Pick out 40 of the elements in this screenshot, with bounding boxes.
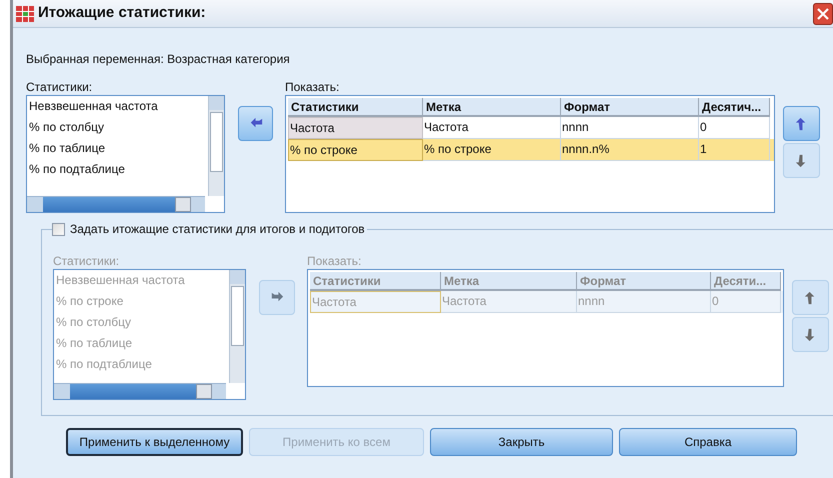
table-label: Показать:: [307, 253, 362, 269]
table-cell: 1: [699, 139, 770, 161]
column-header[interactable]: Метка: [423, 98, 561, 117]
checkbox-label: Задать итожащие статистики для итогов и подитогов: [70, 221, 365, 238]
move-button[interactable]: [259, 280, 295, 315]
list-item[interactable]: Невзвешенная частота: [27, 96, 208, 117]
table-cell: % по строке: [423, 139, 561, 161]
list-item[interactable]: % по столбцу: [27, 117, 208, 138]
close-icon: [817, 8, 829, 20]
checkbox[interactable]: [52, 222, 65, 236]
dialog-button[interactable]: Применить к выделенному: [66, 428, 243, 456]
column-header[interactable]: Формат: [561, 98, 699, 117]
list-item[interactable]: % по подтаблице: [27, 159, 208, 180]
move-button[interactable]: [238, 106, 273, 141]
dialog-button[interactable]: Закрыть: [430, 428, 613, 456]
statistics-list[interactable]: Невзвешенная частота % по столбцу % по таблице % по подтаблице: [26, 95, 226, 213]
window-title: Итожащие статистики:: [38, 3, 206, 24]
table-cell: Частота: [288, 117, 423, 139]
table-cell: % по строке: [288, 139, 423, 161]
list-item[interactable]: % по таблице: [27, 138, 208, 159]
horizontal-scrollbar[interactable]: [27, 196, 206, 212]
table-cell: Частота: [310, 291, 441, 313]
dialog-button[interactable]: Справка: [619, 428, 797, 456]
list-label: Статистики:: [26, 79, 94, 95]
table-cell: nnnn.n%: [561, 139, 699, 161]
horizontal-scrollbar[interactable]: [54, 383, 226, 399]
column-header[interactable]: Статистики: [288, 98, 423, 117]
table-icon: [16, 6, 34, 22]
move-up-button[interactable]: [783, 106, 820, 141]
vertical-scrollbar[interactable]: [208, 96, 224, 196]
table-label: Показать:: [285, 79, 340, 95]
vertical-scrollbar[interactable]: [229, 270, 245, 383]
table-cell: Частота: [441, 291, 577, 313]
close-button[interactable]: [813, 2, 833, 24]
column-header[interactable]: Десятич...: [699, 98, 770, 117]
table-row[interactable]: % по строке % по строке nnnn.n% 1: [288, 139, 774, 161]
list-label: Статистики:: [53, 253, 120, 269]
table-cell: nnnn: [577, 291, 711, 313]
table-cell: 0: [711, 291, 781, 313]
selected-variable-label: Выбранная переменная: Возрастная категория: [26, 51, 291, 66]
